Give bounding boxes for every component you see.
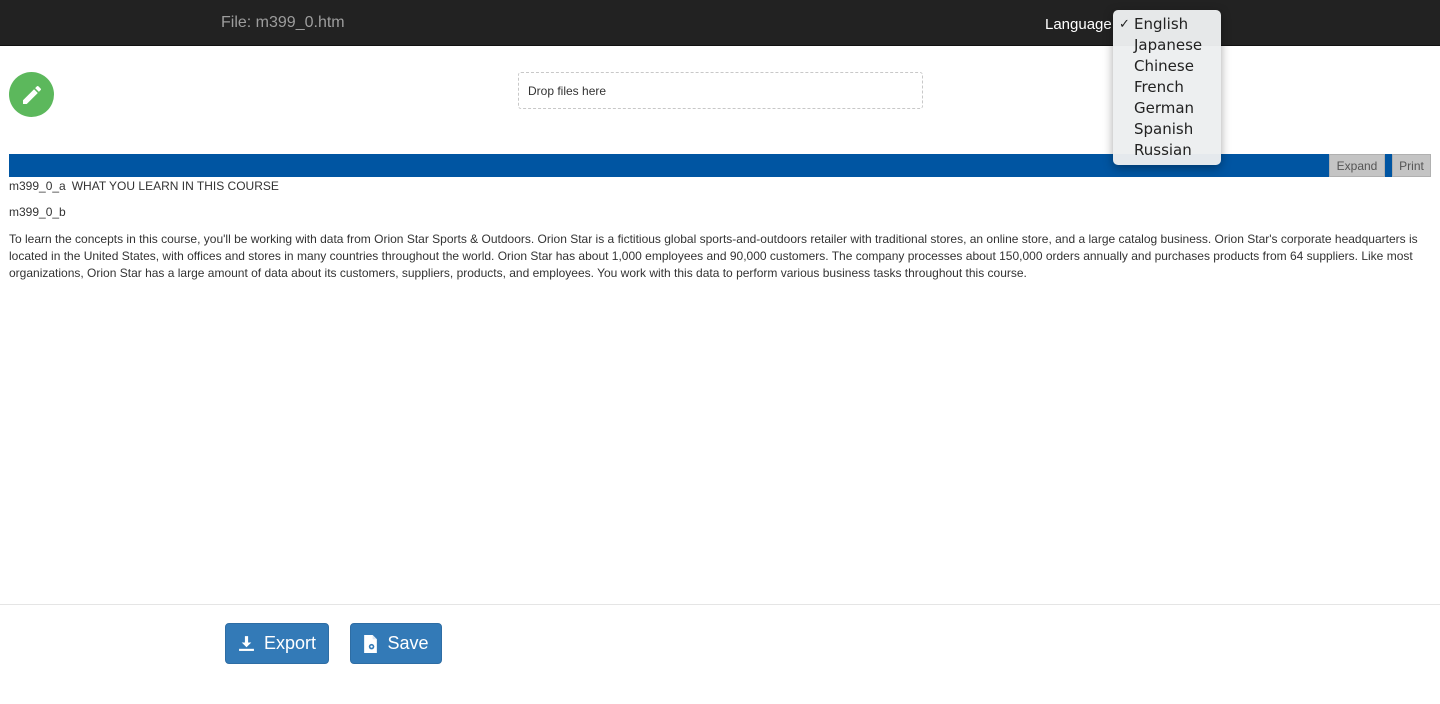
language-option-label: Spanish	[1134, 120, 1194, 138]
section-heading: WHAT YOU LEARN IN THIS COURSE	[71, 179, 279, 193]
checkmark-icon: ✓	[1119, 17, 1130, 32]
language-option-spanish[interactable]: Spanish	[1113, 119, 1221, 140]
save-file-icon	[364, 634, 378, 653]
download-icon	[239, 636, 254, 651]
footer-divider	[0, 604, 1440, 605]
language-option-french[interactable]: French	[1113, 77, 1221, 98]
expand-button[interactable]: Expand	[1329, 154, 1385, 177]
language-option-label: English	[1134, 15, 1189, 33]
element-id-b: m399_0_b	[9, 205, 66, 219]
edit-button[interactable]	[9, 72, 54, 117]
language-option-label: Russian	[1134, 141, 1192, 159]
section-heading-line: m399_0_a WHAT YOU LEARN IN THIS COURSE	[9, 179, 1431, 193]
language-option-japanese[interactable]: Japanese	[1113, 35, 1221, 56]
export-label: Export	[263, 633, 317, 653]
course-content: m399_0_a WHAT YOU LEARN IN THIS COURSE m3…	[9, 179, 1431, 282]
top-navbar: File: m399_0.htm Language	[0, 0, 1440, 46]
language-option-russian[interactable]: Russian	[1113, 140, 1221, 161]
body-paragraph: To learn the concepts in this course, yo…	[9, 232, 1418, 280]
language-option-label: German	[1134, 99, 1195, 117]
pencil-icon	[22, 85, 41, 104]
language-option-label: French	[1134, 78, 1184, 96]
language-option-german[interactable]: German	[1113, 98, 1221, 119]
save-label: Save	[387, 633, 429, 653]
print-button[interactable]: Print	[1392, 154, 1431, 177]
language-option-chinese[interactable]: Chinese	[1113, 56, 1221, 77]
export-button[interactable]: Export	[225, 623, 329, 664]
file-title: File: m399_0.htm	[221, 14, 345, 31]
language-dropdown-menu[interactable]: ✓ English Japanese Chinese French German…	[1113, 10, 1221, 165]
language-option-label: Chinese	[1134, 57, 1194, 75]
language-option-label: Japanese	[1134, 36, 1203, 54]
element-id-a: m399_0_a	[9, 179, 66, 193]
file-dropzone[interactable]: Drop files here	[518, 72, 923, 109]
language-label: Language	[1045, 16, 1112, 33]
save-button[interactable]: Save	[350, 623, 442, 664]
language-option-english[interactable]: ✓ English	[1113, 14, 1221, 35]
